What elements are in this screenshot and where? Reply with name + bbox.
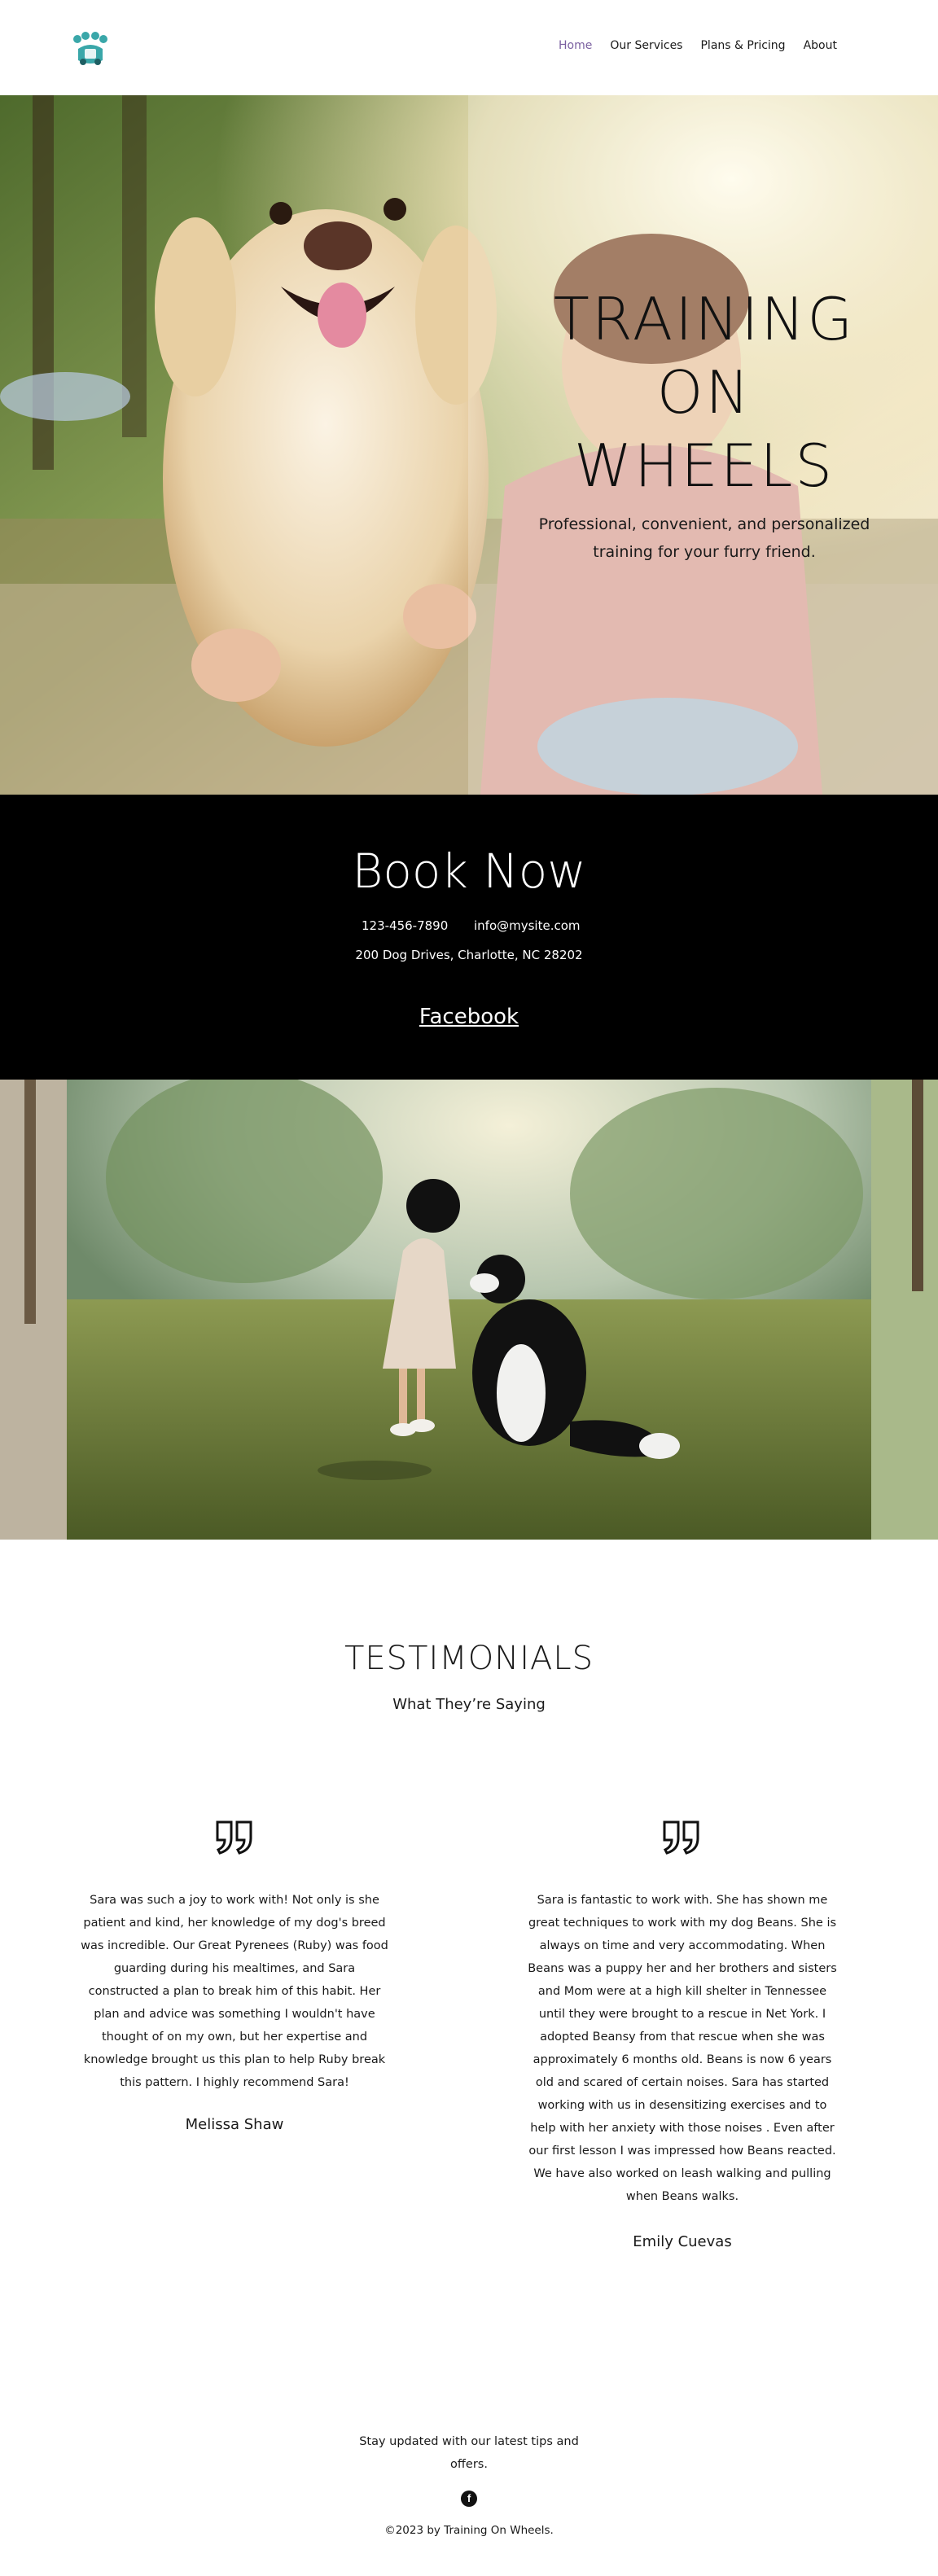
book-now-section: Book Now 123-456-7890 info@mysite.com 20… (0, 795, 938, 1080)
hero-subtitle: Professional, convenient, and personaliz… (538, 515, 870, 561)
facebook-icon[interactable]: f (461, 2491, 477, 2507)
testimonial-name-1: Melissa Shaw (185, 2116, 284, 2133)
hero-title-line3: WHEELS (573, 432, 835, 500)
paw-wheel-logo-icon[interactable] (68, 31, 112, 67)
testimonial-text-2: Sara is fantastic to work with. She has … (528, 1894, 837, 2203)
nav-home[interactable]: Home (559, 39, 592, 52)
hero-title-line1: TRAINING (553, 285, 856, 353)
hero-title-line2: ON (656, 358, 752, 427)
quote-icon (216, 1820, 252, 1855)
book-now-title: Book Now (352, 843, 586, 899)
footer-newsletter-text: Stay updated with our latest tips and of… (359, 2435, 579, 2471)
main-nav: Home Our Services Plans & Pricing About (559, 39, 855, 52)
gallery-image-girl-and-dog (0, 1080, 938, 1540)
testimonials-title: TESTIMONIALS (344, 1640, 594, 1677)
nav-about[interactable]: About (804, 39, 837, 52)
hero-section: TRAINING ON WHEELS Professional, conveni… (0, 95, 938, 795)
contact-email[interactable]: info@mysite.com (474, 918, 581, 933)
contact-address: 200 Dog Drives, Charlotte, NC 28202 (355, 948, 583, 962)
quote-icon (663, 1820, 699, 1855)
nav-our-services[interactable]: Our Services (610, 39, 682, 52)
testimonial-text-1: Sara was such a joy to work with! Not on… (81, 1894, 388, 2089)
contact-phone[interactable]: 123-456-7890 (362, 918, 448, 933)
testimonial-name-2: Emily Cuevas (633, 2233, 732, 2250)
testimonials-subtitle: What They’re Saying (392, 1696, 546, 1713)
gallery-illustration (0, 1080, 938, 1540)
facebook-link[interactable]: Facebook (0, 1005, 938, 1029)
hero-title: TRAINING ON WHEELS (505, 283, 904, 502)
footer-copyright: ©2023 by Training On Wheels. (384, 2524, 554, 2537)
nav-plans-pricing[interactable]: Plans & Pricing (700, 39, 785, 52)
site-header: Home Our Services Plans & Pricing About (0, 0, 938, 95)
